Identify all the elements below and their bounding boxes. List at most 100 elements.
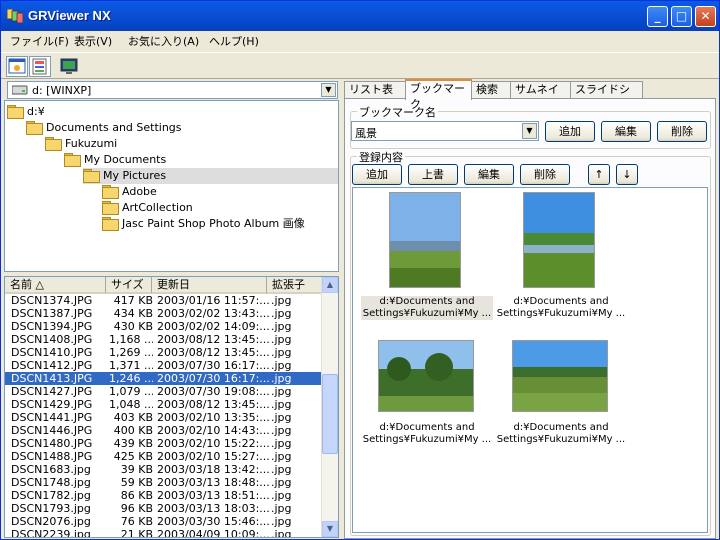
table-row[interactable]: DSCN1446.JPG 400 KB 2003/02/10 14:43:... .j…: [5, 424, 321, 437]
file-date: 2003/03/18 13:42:...: [157, 463, 269, 476]
file-name: DSCN1374.JPG: [11, 294, 93, 307]
col-ext-header[interactable]: 拡張子: [267, 277, 323, 294]
list-header: 名前 △ サイズ 更新日 拡張子: [5, 277, 323, 294]
file-name: DSCN2076.jpg: [11, 515, 91, 528]
bookmark-name-label: ブックマーク名: [357, 104, 438, 120]
file-size: 86 KB: [120, 489, 153, 502]
tree-item[interactable]: d:¥: [7, 104, 45, 120]
file-date: 2003/08/12 13:45:...: [157, 333, 269, 346]
table-row[interactable]: DSCN1374.JPG 417 KB 2003/01/16 11:57:... .j…: [5, 294, 321, 307]
bookmark-view-button[interactable]: [29, 56, 51, 77]
tree-item[interactable]: Jasc Paint Shop Photo Album 画像: [102, 216, 305, 232]
menu-help[interactable]: ヘルプ(H): [209, 33, 259, 49]
thumbnail-area: d:¥Documents and Settings¥Fukuzumi¥My ..…: [352, 187, 708, 533]
move-up-button[interactable]: ↑: [588, 164, 610, 185]
table-row[interactable]: DSCN1387.JPG 434 KB 2003/02/02 13:43:... .j…: [5, 307, 321, 320]
chevron-down-icon[interactable]: ▼: [522, 123, 537, 139]
bookmark-delete-button[interactable]: 削除: [657, 121, 707, 142]
move-down-button[interactable]: ↓: [616, 164, 638, 185]
bookmark-add-button[interactable]: 追加: [545, 121, 595, 142]
col-size-header[interactable]: サイズ: [106, 277, 152, 294]
thumbnail-image: [512, 340, 608, 412]
tab-thumbnail[interactable]: サムネイル: [510, 81, 571, 112]
tab-search[interactable]: 検索: [471, 81, 511, 99]
table-row[interactable]: DSCN1793.jpg 96 KB 2003/03/13 18:03:... .jp…: [5, 502, 321, 515]
chevron-down-icon[interactable]: ▼: [321, 83, 336, 97]
thumbnail-item[interactable]: d:¥Documents and Settings¥Fukuzumi¥My ..…: [361, 340, 493, 468]
file-name: DSCN1782.jpg: [11, 489, 91, 502]
file-size: 39 KB: [120, 463, 153, 476]
title-bar[interactable]: GRViewer NX _ □ ✕: [1, 1, 719, 31]
drive-label: d: [WINXP]: [32, 84, 92, 97]
file-ext: .jpg: [271, 463, 292, 476]
contents-edit-button[interactable]: 編集: [464, 164, 514, 185]
file-size: 425 KB: [113, 450, 153, 463]
menu-favorites[interactable]: お気に入り(A): [128, 33, 199, 49]
menu-file[interactable]: ファイル(F): [10, 33, 69, 49]
contents-overwrite-button[interactable]: 上書: [408, 164, 458, 185]
scroll-down-icon[interactable]: ▼: [322, 521, 338, 537]
table-row[interactable]: DSCN1488.JPG 425 KB 2003/02/10 15:27:... .j…: [5, 450, 321, 463]
scroll-up-icon[interactable]: ▲: [322, 277, 338, 293]
close-button[interactable]: ✕: [695, 6, 716, 27]
table-row[interactable]: DSCN1683.jpg 39 KB 2003/03/18 13:42:... .jp…: [5, 463, 321, 476]
tree-item[interactable]: ArtCollection: [102, 200, 193, 216]
file-ext: .jpg: [271, 294, 292, 307]
tree-item[interactable]: Adobe: [102, 184, 157, 200]
table-row[interactable]: DSCN1782.jpg 86 KB 2003/03/13 18:51:... .jp…: [5, 489, 321, 502]
contents-delete-button[interactable]: 削除: [520, 164, 570, 185]
table-row[interactable]: DSCN1427.JPG 1,079 ... 2003/07/30 19:08:..…: [5, 385, 321, 398]
file-name: DSCN1427.JPG: [11, 385, 93, 398]
table-row[interactable]: DSCN1410.JPG 1,269 ... 2003/08/12 13:45:..…: [5, 346, 321, 359]
maximize-button[interactable]: □: [671, 6, 692, 27]
bookmark-icon: [32, 58, 47, 75]
file-date: 2003/02/10 15:27:...: [157, 450, 269, 463]
table-row[interactable]: DSCN2239.jpg 21 KB 2003/04/09 10:09:... .jp…: [5, 528, 321, 537]
table-row[interactable]: DSCN1480.JPG 439 KB 2003/02/10 15:22:... .j…: [5, 437, 321, 450]
col-name-header[interactable]: 名前 △: [5, 277, 106, 294]
tab-bookmark[interactable]: ブックマーク: [405, 79, 472, 111]
file-ext: .jpg: [271, 372, 292, 385]
tab-list[interactable]: リスト表示: [344, 81, 406, 112]
tree-item[interactable]: Fukuzumi: [45, 136, 117, 152]
table-row[interactable]: DSCN1408.JPG 1,168 ... 2003/08/12 13:45:..…: [5, 333, 321, 346]
file-size: 1,079 ...: [109, 385, 153, 398]
file-ext: .jpg: [271, 359, 292, 372]
menu-view[interactable]: 表示(V): [74, 33, 112, 49]
drive-select[interactable]: d: [WINXP] ▼: [7, 81, 338, 99]
tree-item[interactable]: Documents and Settings: [26, 120, 182, 136]
slideshow-button[interactable]: [58, 56, 80, 77]
table-row[interactable]: DSCN1394.JPG 430 KB 2003/02/02 14:09:... .j…: [5, 320, 321, 333]
bookmark-select[interactable]: 風景 ▼: [351, 121, 539, 141]
file-size: 434 KB: [113, 307, 153, 320]
file-ext: .jpg: [271, 476, 292, 489]
bookmark-edit-button[interactable]: 編集: [601, 121, 651, 142]
vertical-scrollbar[interactable]: ▲ ▼: [321, 277, 338, 537]
file-name: DSCN1793.jpg: [11, 502, 91, 515]
minimize-button[interactable]: _: [647, 6, 668, 27]
folder-icon: [102, 201, 119, 215]
contents-add-button[interactable]: 追加: [352, 164, 402, 185]
file-date: 2003/02/10 15:22:...: [157, 437, 269, 450]
table-row[interactable]: DSCN1413.JPG 1,246 ... 2003/07/30 16:17:..…: [5, 372, 321, 385]
thumbnail-item[interactable]: d:¥Documents and Settings¥Fukuzumi¥My ..…: [495, 340, 627, 468]
table-row[interactable]: DSCN1412.JPG 1,371 ... 2003/07/30 16:17:..…: [5, 359, 321, 372]
thumbnail-image: [389, 192, 461, 288]
file-ext: .jpg: [271, 515, 292, 528]
col-date-header[interactable]: 更新日: [152, 277, 267, 294]
tab-slideshow[interactable]: スライドショー: [570, 81, 643, 112]
tree-item-selected[interactable]: My Pictures: [83, 168, 338, 184]
scroll-thumb[interactable]: [322, 374, 338, 454]
table-row[interactable]: DSCN1441.JPG 403 KB 2003/02/10 13:35:... .j…: [5, 411, 321, 424]
file-date: 2003/08/12 13:45:...: [157, 346, 269, 359]
thumbnail-item[interactable]: d:¥Documents and Settings¥Fukuzumi¥My ..…: [361, 192, 493, 320]
thumbnail-item[interactable]: d:¥Documents and Settings¥Fukuzumi¥My ..…: [495, 192, 627, 320]
explorer-view-button[interactable]: [6, 56, 28, 77]
table-row[interactable]: DSCN2076.jpg 76 KB 2003/03/30 15:46:... .jp…: [5, 515, 321, 528]
thumbnail-caption: d:¥Documents and Settings¥Fukuzumi¥My ..…: [496, 422, 626, 445]
table-row[interactable]: DSCN1748.jpg 59 KB 2003/03/13 18:48:... .jp…: [5, 476, 321, 489]
file-date: 2003/07/30 16:17:...: [157, 359, 269, 372]
table-row[interactable]: DSCN1429.JPG 1,048 ... 2003/08/12 13:45:..…: [5, 398, 321, 411]
tree-item[interactable]: My Documents: [64, 152, 166, 168]
folder-icon: [102, 217, 119, 231]
